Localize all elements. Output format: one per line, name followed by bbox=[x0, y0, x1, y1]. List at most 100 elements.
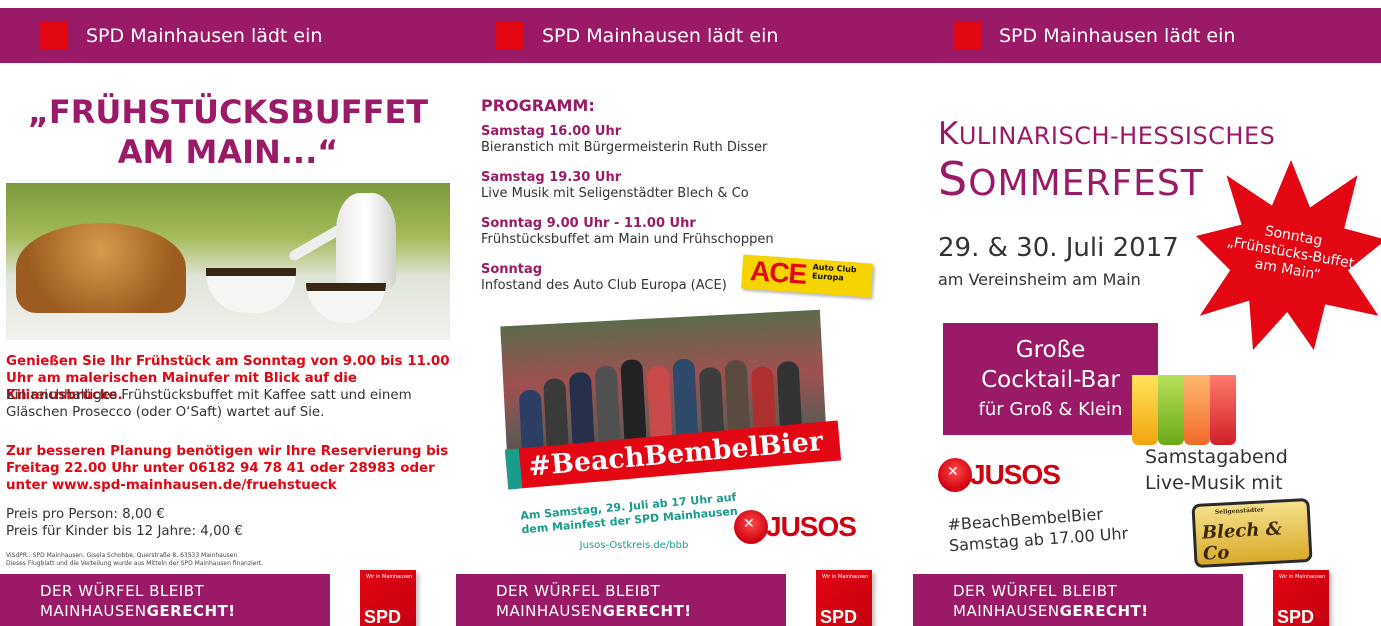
beach-bembel-text: #BeachBembelBier Samstag ab 17.00 Uhr bbox=[947, 502, 1129, 556]
intro-text: Ein reichhaltiges Frühstücksbuffet mit K… bbox=[6, 388, 412, 420]
footer-line-2-normal: MAINHAUSEN bbox=[40, 602, 147, 620]
saturday-line-2: Live-Musik mit bbox=[1145, 472, 1283, 494]
cocktail-line-1: Große bbox=[1015, 337, 1086, 363]
program-item-desc: Infostand des Auto Club Europa (ACE) bbox=[481, 278, 727, 293]
glass-icon bbox=[1158, 375, 1184, 445]
program-item: Sonntag 9.00 Uhr - 11.00 Uhr Frühstücksb… bbox=[481, 216, 774, 248]
header-text: SPD Mainhausen lädt ein bbox=[999, 24, 1236, 47]
program-item-time: Sonntag 9.00 Uhr - 11.00 Uhr bbox=[481, 216, 696, 231]
ace-logo-text: ACE bbox=[749, 255, 808, 290]
program-item-desc: Bieranstich mit Bürgermeisterin Ruth Dis… bbox=[481, 140, 768, 155]
flyer-panel-program: SPD Mainhausen lädt ein PROGRAMM: Samsta… bbox=[456, 0, 913, 626]
ace-logo: ACE Auto Club Europa bbox=[740, 254, 874, 298]
footer-bar: DER WÜRFEL BLEIBT MAINHAUSENGERECHT! bbox=[0, 574, 330, 626]
glass-icon bbox=[1132, 375, 1158, 445]
event-venue: am Vereinsheim am Main bbox=[938, 270, 1141, 289]
program-item-desc: Live Musik mit Seligenstädter Blech & Co bbox=[481, 186, 749, 201]
footer-line-2: MAINHAUSENGERECHT! bbox=[953, 602, 1149, 620]
reservation-note: Zur besseren Planung benötigen wir Ihre … bbox=[6, 444, 449, 493]
program-item-desc: Frühstücksbuffet am Main und Frühschoppe… bbox=[481, 232, 774, 247]
spd-cube-logo: Wir in Mainhausen SPD bbox=[1273, 570, 1329, 626]
header-text: SPD Mainhausen lädt ein bbox=[86, 24, 323, 47]
imprint-line-1: ViSdPR.: SPD Mainhausen, Gisela Schobbe,… bbox=[6, 552, 238, 559]
footer-line-2-bold: GERECHT! bbox=[146, 602, 236, 620]
spd-square-logo bbox=[496, 21, 524, 50]
cube-small-text: Wir in Mainhausen bbox=[822, 574, 869, 580]
blech-co-logo: Seligenstädter Blech & Co bbox=[1191, 497, 1313, 569]
footer-line-2: MAINHAUSENGERECHT! bbox=[40, 602, 236, 620]
program-item: Samstag 16.00 Uhr Bieranstich mit Bürger… bbox=[481, 124, 767, 156]
glass-icon bbox=[1210, 375, 1236, 445]
program-item-time: Samstag 16.00 Uhr bbox=[481, 124, 622, 139]
jusos-logo: JUSOS bbox=[734, 510, 857, 544]
imprint-line-2: Dieses Flugblatt und die Verteilung wurd… bbox=[6, 560, 264, 567]
coffee-cup-graphic bbox=[206, 268, 296, 313]
ace-logo-subtext: Auto Club Europa bbox=[811, 262, 857, 283]
cube-spd-text: SPD bbox=[1277, 607, 1315, 626]
flyer-panel-breakfast: SPD Mainhausen lädt ein „FRÜHSTÜCKSBUFFE… bbox=[0, 0, 456, 626]
rose-icon bbox=[734, 510, 768, 544]
coffee-pot-graphic bbox=[336, 193, 396, 288]
blech-logo-text: Blech & Co bbox=[1201, 518, 1283, 565]
jusos-logo: JUSOS bbox=[938, 458, 1061, 492]
spd-cube-logo: Wir in Mainhausen SPD bbox=[360, 570, 416, 626]
program-title: PROGRAMM: bbox=[481, 96, 595, 115]
cube-spd-text: SPD bbox=[820, 607, 858, 626]
footer-line-2-normal: MAINHAUSEN bbox=[496, 602, 603, 620]
saturday-evening-text: Samstagabend Live-Musik mit bbox=[1145, 444, 1288, 496]
price-list: Preis pro Person: 8,00 € Preis für Kinde… bbox=[6, 506, 451, 540]
saturday-line-1: Samstagabend bbox=[1145, 446, 1288, 468]
price-adult: Preis pro Person: 8,00 € bbox=[6, 507, 165, 522]
footer-line-2-normal: MAINHAUSEN bbox=[953, 602, 1060, 620]
rose-icon bbox=[938, 458, 972, 492]
blech-small-text: Seligenstädter bbox=[1214, 506, 1265, 516]
event-title-line-1: KULINARISCH-HESSISCHES bbox=[938, 116, 1275, 152]
program-item-time: Samstag 19.30 Uhr bbox=[481, 170, 622, 185]
coffee-cup-graphic bbox=[306, 283, 386, 323]
title-initial: K bbox=[938, 116, 959, 152]
cocktail-line-2: Cocktail-Bar bbox=[981, 367, 1120, 393]
header-text: SPD Mainhausen lädt ein bbox=[542, 24, 779, 47]
footer-line-1: DER WÜRFEL BLEIBT bbox=[496, 582, 661, 600]
spd-cube-logo: Wir in Mainhausen SPD bbox=[816, 570, 872, 626]
footer-line-1: DER WÜRFEL BLEIBT bbox=[40, 582, 205, 600]
footer-line-2-bold: GERECHT! bbox=[1059, 602, 1149, 620]
spd-square-logo bbox=[40, 21, 68, 50]
title-line-2: AM MAIN...“ bbox=[117, 133, 339, 171]
footer-bar: DER WÜRFEL BLEIBT MAINHAUSENGERECHT! bbox=[456, 574, 786, 626]
imprint: ViSdPR.: SPD Mainhausen, Gisela Schobbe,… bbox=[6, 552, 451, 568]
title-line-1: „FRÜHSTÜCKSBUFFET bbox=[27, 93, 429, 131]
price-kids: Preis für Kinder bis 12 Jahre: 4,00 € bbox=[6, 524, 243, 539]
program-item-time: Sonntag bbox=[481, 262, 543, 277]
footer-line-1: DER WÜRFEL BLEIBT bbox=[953, 582, 1118, 600]
program-item: Samstag 19.30 Uhr Live Musik mit Seligen… bbox=[481, 170, 749, 202]
cube-small-text: Wir in Mainhausen bbox=[1279, 574, 1326, 580]
event-title-line-2: SOMMERFEST bbox=[938, 152, 1204, 206]
flyer-panel-summerfest: SPD Mainhausen lädt ein KULINARISCH-HESS… bbox=[913, 0, 1381, 626]
cube-spd-text: SPD bbox=[364, 607, 402, 626]
footer-line-2-bold: GERECHT! bbox=[602, 602, 692, 620]
jusos-logo-text: JUSOS bbox=[766, 511, 857, 542]
title-initial: S bbox=[938, 152, 969, 206]
cocktail-bar-box: Große Cocktail-Bar für Groß & Klein bbox=[943, 323, 1158, 435]
footer-bar: DER WÜRFEL BLEIBT MAINHAUSENGERECHT! bbox=[913, 574, 1243, 626]
panel-title: „FRÜHSTÜCKSBUFFET AM MAIN...“ bbox=[0, 92, 456, 172]
cocktail-glasses-graphic bbox=[1128, 335, 1238, 445]
program-item: Sonntag Infostand des Auto Club Europa (… bbox=[481, 262, 727, 294]
header-bar: SPD Mainhausen lädt ein bbox=[913, 8, 1381, 63]
cocktail-line-3: für Groß & Klein bbox=[978, 399, 1123, 420]
header-bar: SPD Mainhausen lädt ein bbox=[456, 8, 913, 63]
glass-icon bbox=[1184, 375, 1210, 445]
photo-caption: Am Samstag, 29. Juli ab 17 Uhr auf dem M… bbox=[519, 490, 739, 537]
footer-line-2: MAINHAUSENGERECHT! bbox=[496, 602, 692, 620]
jusos-logo-text: JUSOS bbox=[970, 459, 1061, 490]
cube-small-text: Wir in Mainhausen bbox=[366, 574, 413, 580]
breakfast-photo bbox=[6, 183, 450, 340]
spd-square-logo bbox=[953, 21, 981, 50]
jusos-url: Jusos-Ostkreis.de/bbb bbox=[579, 540, 689, 551]
bread-basket-graphic bbox=[16, 223, 186, 313]
title-rest: ULINARISCH-HESSISCHES bbox=[958, 122, 1276, 150]
header-bar: SPD Mainhausen lädt ein bbox=[0, 8, 456, 63]
title-rest: OMMERFEST bbox=[968, 163, 1204, 204]
event-date: 29. & 30. Juli 2017 bbox=[938, 233, 1179, 263]
